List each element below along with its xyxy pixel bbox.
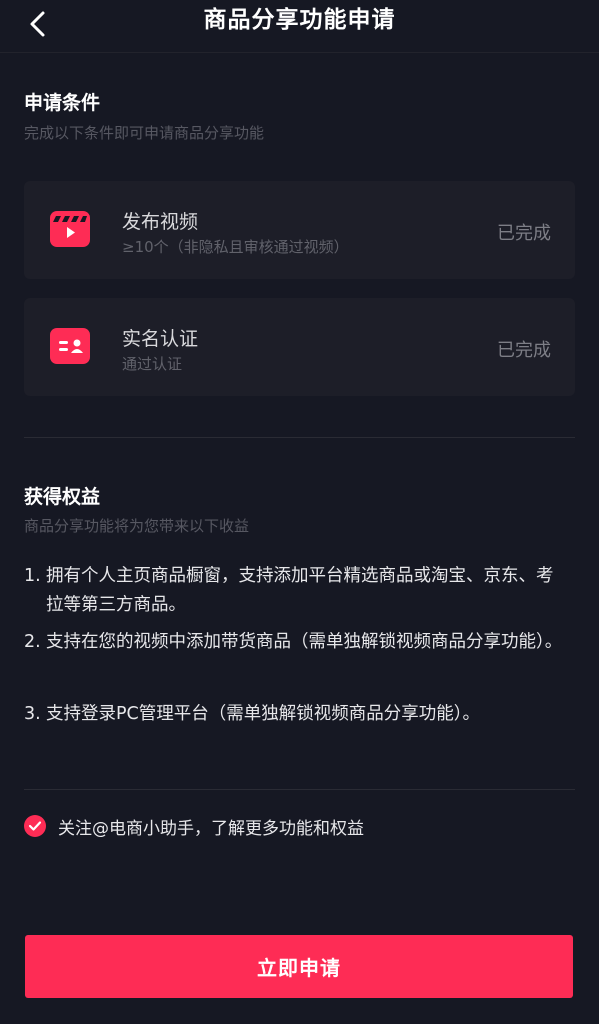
condition-title: 实名认证 <box>122 328 199 350</box>
benefits-title: 获得权益 <box>24 486 101 508</box>
section-divider <box>24 437 575 438</box>
benefit-text: 支持登录PC管理平台（需单独解锁视频商品分享功能）。 <box>46 704 481 724</box>
benefit-item: 2. 支持在您的视频中添加带货商品（需单独解锁视频商品分享功能）。 <box>24 628 564 657</box>
apply-now-button[interactable]: 立即申请 <box>25 935 573 998</box>
follow-label: 关注@电商小助手，了解更多功能和权益 <box>58 818 364 839</box>
section-divider <box>24 789 575 790</box>
follow-checkbox[interactable] <box>24 815 46 837</box>
benefit-item: 1. 拥有个人主页商品橱窗，支持添加平台精选商品或淘宝、京东、考拉等第三方商品。 <box>24 562 564 620</box>
condition-title: 发布视频 <box>122 211 199 233</box>
checkmark-icon <box>28 821 42 831</box>
condition-desc: 通过认证 <box>122 355 183 373</box>
top-nav-bar: 商品分享功能申请 <box>0 0 599 53</box>
benefit-item: 3. 支持登录PC管理平台（需单独解锁视频商品分享功能）。 <box>24 700 564 729</box>
conditions-subtitle: 完成以下条件即可申请商品分享功能 <box>24 124 265 142</box>
conditions-title: 申请条件 <box>24 92 101 114</box>
page-title: 商品分享功能申请 <box>203 7 396 33</box>
benefit-text: 支持在您的视频中添加带货商品（需单独解锁视频商品分享功能）。 <box>46 632 563 652</box>
status-badge: 已完成 <box>497 223 551 244</box>
status-badge: 已完成 <box>497 340 551 361</box>
benefit-number: 3. <box>24 704 41 724</box>
video-clapper-icon <box>50 211 90 247</box>
benefit-number: 2. <box>24 632 41 652</box>
id-card-icon <box>50 328 90 364</box>
benefit-number: 1. <box>24 566 41 586</box>
condition-card-realname: 实名认证 通过认证 已完成 <box>24 298 575 396</box>
condition-desc: ≥10个（非隐私且审核通过视频） <box>122 238 349 256</box>
condition-card-video: 发布视频 ≥10个（非隐私且审核通过视频） 已完成 <box>24 181 575 279</box>
benefit-text: 拥有个人主页商品橱窗，支持添加平台精选商品或淘宝、京东、考拉等第三方商品。 <box>46 566 554 615</box>
benefits-subtitle: 商品分享功能将为您带来以下收益 <box>24 517 250 535</box>
follow-assistant-checkbox-row[interactable]: 关注@电商小助手，了解更多功能和权益 <box>24 812 364 840</box>
